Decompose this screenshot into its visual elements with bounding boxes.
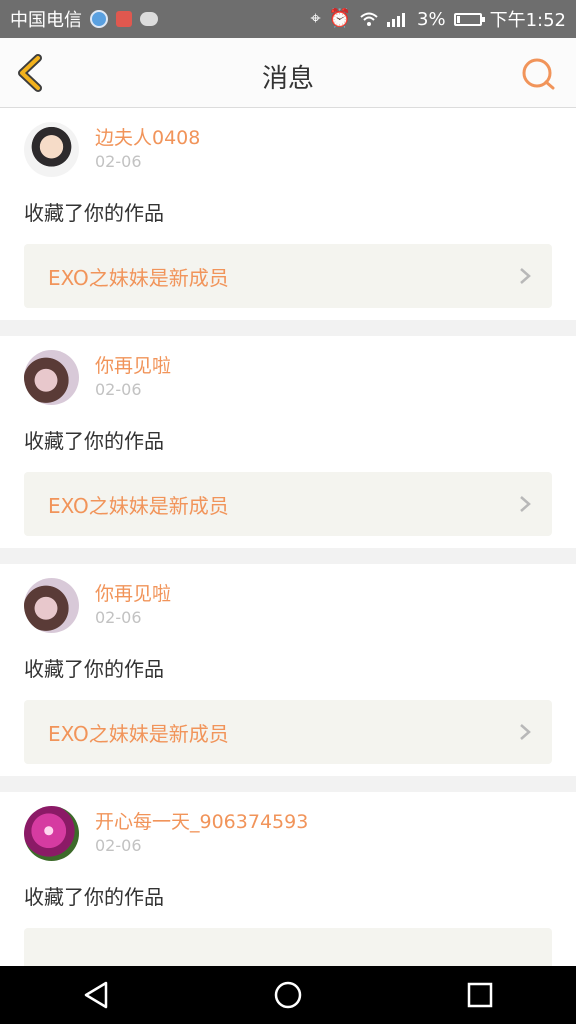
system-nav-bar xyxy=(0,966,576,1024)
wifi-icon xyxy=(360,12,378,26)
message-card: 开心每一天_906374593 02-06 收藏了你的作品 xyxy=(0,792,576,966)
message-card: 边夫人0408 02-06 收藏了你的作品 EXO之妹妹是新成员 xyxy=(0,108,576,320)
username[interactable]: 你再见啦 xyxy=(95,354,171,378)
username[interactable]: 边夫人0408 xyxy=(95,126,200,150)
avatar[interactable] xyxy=(24,122,79,177)
chevron-right-icon xyxy=(520,268,531,284)
page-title: 消息 xyxy=(261,64,314,94)
app-header: 消息 xyxy=(0,38,576,108)
message-text: 收藏了你的作品 xyxy=(24,657,164,681)
battery-icon xyxy=(453,12,485,26)
message-date: 02-06 xyxy=(95,380,142,399)
work-title: EXO之妹妹是新成员 xyxy=(48,721,229,746)
username[interactable]: 你再见啦 xyxy=(95,582,171,606)
nav-recents-button[interactable] xyxy=(460,975,500,1015)
signal-icon xyxy=(387,13,406,27)
message-text: 收藏了你的作品 xyxy=(24,885,164,909)
work-title: EXO之妹妹是新成员 xyxy=(48,265,229,290)
work-link[interactable]: EXO之妹妹是新成员 xyxy=(24,472,552,536)
username[interactable]: 开心每一天_906374593 xyxy=(95,810,308,834)
work-link[interactable] xyxy=(24,928,552,966)
work-link[interactable]: EXO之妹妹是新成员 xyxy=(24,244,552,308)
avatar[interactable] xyxy=(24,350,79,405)
nav-back-button[interactable] xyxy=(76,975,116,1015)
message-list[interactable]: 边夫人0408 02-06 收藏了你的作品 EXO之妹妹是新成员 你再见啦 02… xyxy=(0,108,576,966)
clock: 下午1:52 xyxy=(489,10,566,31)
chevron-right-icon xyxy=(520,496,531,512)
carrier-label: 中国电信 xyxy=(10,10,82,31)
chat-notification-icon xyxy=(140,12,158,26)
work-title: EXO之妹妹是新成员 xyxy=(48,493,229,518)
chevron-right-icon xyxy=(520,724,531,740)
message-card: 你再见啦 02-06 收藏了你的作品 EXO之妹妹是新成员 xyxy=(0,336,576,548)
avatar[interactable] xyxy=(24,806,79,861)
status-bar: 中国电信 ⌖ ⏰ 3% 下午1:52 xyxy=(0,0,576,38)
search-button[interactable] xyxy=(520,56,556,92)
app-notification-icon xyxy=(116,11,132,27)
message-date: 02-06 xyxy=(95,152,142,171)
message-date: 02-06 xyxy=(95,836,142,855)
location-icon: ⌖ xyxy=(310,8,321,29)
avatar[interactable] xyxy=(24,578,79,633)
app-notification-icon xyxy=(90,10,108,28)
nav-home-button[interactable] xyxy=(268,975,308,1015)
battery-percent: 3% xyxy=(417,8,446,30)
message-date: 02-06 xyxy=(95,608,142,627)
message-card: 你再见啦 02-06 收藏了你的作品 EXO之妹妹是新成员 xyxy=(0,564,576,776)
message-text: 收藏了你的作品 xyxy=(24,201,164,225)
alarm-icon: ⏰ xyxy=(328,8,352,29)
message-text: 收藏了你的作品 xyxy=(24,429,164,453)
work-link[interactable]: EXO之妹妹是新成员 xyxy=(24,700,552,764)
